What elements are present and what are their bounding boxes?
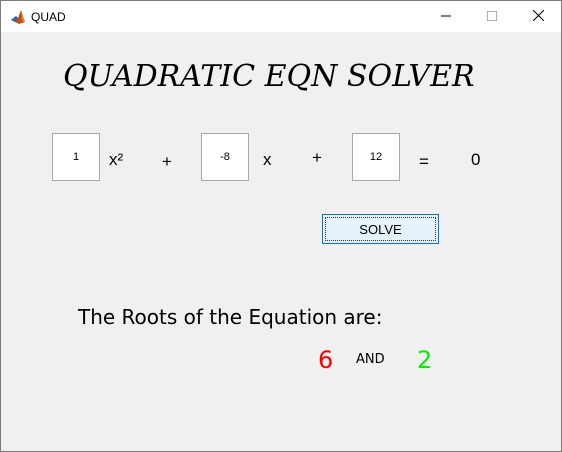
roots-label: The Roots of the Equation are: <box>78 305 383 329</box>
page-title: QUADRATIC EQN SOLVER <box>63 59 475 94</box>
x-squared-label: x² <box>109 150 124 169</box>
plus-sign-1: + <box>162 152 172 171</box>
and-label: AND <box>356 352 385 367</box>
coefficient-c-input[interactable]: 12 <box>352 133 400 181</box>
root-1-value: 6 <box>318 346 334 374</box>
maximize-icon <box>487 8 497 26</box>
x-label: x <box>263 150 272 169</box>
root-2-value: 2 <box>417 346 433 374</box>
plus-sign-2: + <box>312 148 322 167</box>
equals-sign: = <box>419 152 429 171</box>
minimize-button[interactable] <box>423 1 469 32</box>
matlab-icon <box>10 9 26 25</box>
close-icon <box>532 8 544 26</box>
close-button[interactable] <box>515 1 561 32</box>
window-title: QUAD <box>31 10 66 24</box>
minimize-icon <box>441 8 451 26</box>
title-bar[interactable]: QUAD <box>1 1 561 32</box>
app-window: QUAD QUADRATIC EQN SOLVER 1 x² + -8 x + … <box>0 0 562 452</box>
maximize-button[interactable] <box>469 1 515 32</box>
coefficient-b-input[interactable]: -8 <box>201 133 249 181</box>
solve-button[interactable]: SOLVE <box>322 214 439 244</box>
rhs-zero: 0 <box>471 150 481 169</box>
coefficient-a-input[interactable]: 1 <box>52 133 100 181</box>
